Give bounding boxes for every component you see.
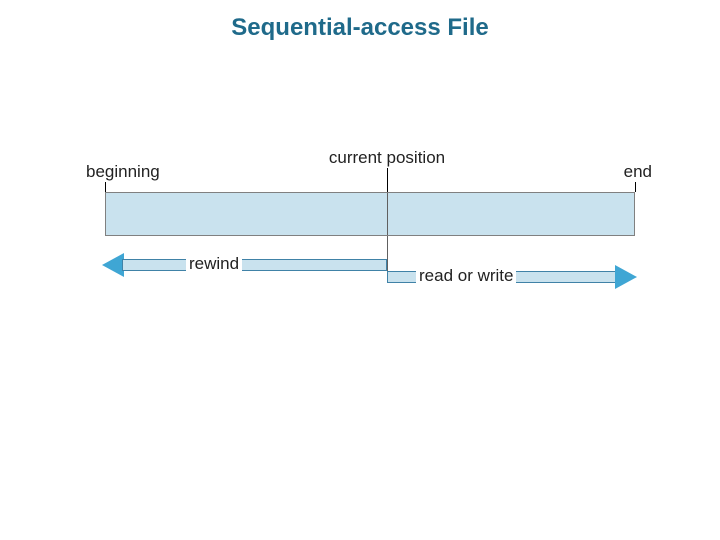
arrowhead-right-icon [615, 265, 637, 289]
tick-end [635, 182, 636, 192]
arrowhead-left-icon [102, 253, 124, 277]
label-current-position: current position [322, 148, 452, 168]
label-read-or-write: read or write [416, 266, 516, 286]
page-title: Sequential-access File [0, 14, 720, 42]
rewind-arrow-bar [122, 259, 387, 271]
tick-beginning [105, 182, 106, 192]
current-position-marker [387, 193, 388, 235]
sequential-access-diagram: beginning current position end rewind re… [90, 148, 650, 318]
file-bar [105, 192, 635, 236]
label-rewind: rewind [186, 254, 242, 274]
label-beginning: beginning [86, 162, 160, 182]
label-end: end [624, 162, 652, 182]
